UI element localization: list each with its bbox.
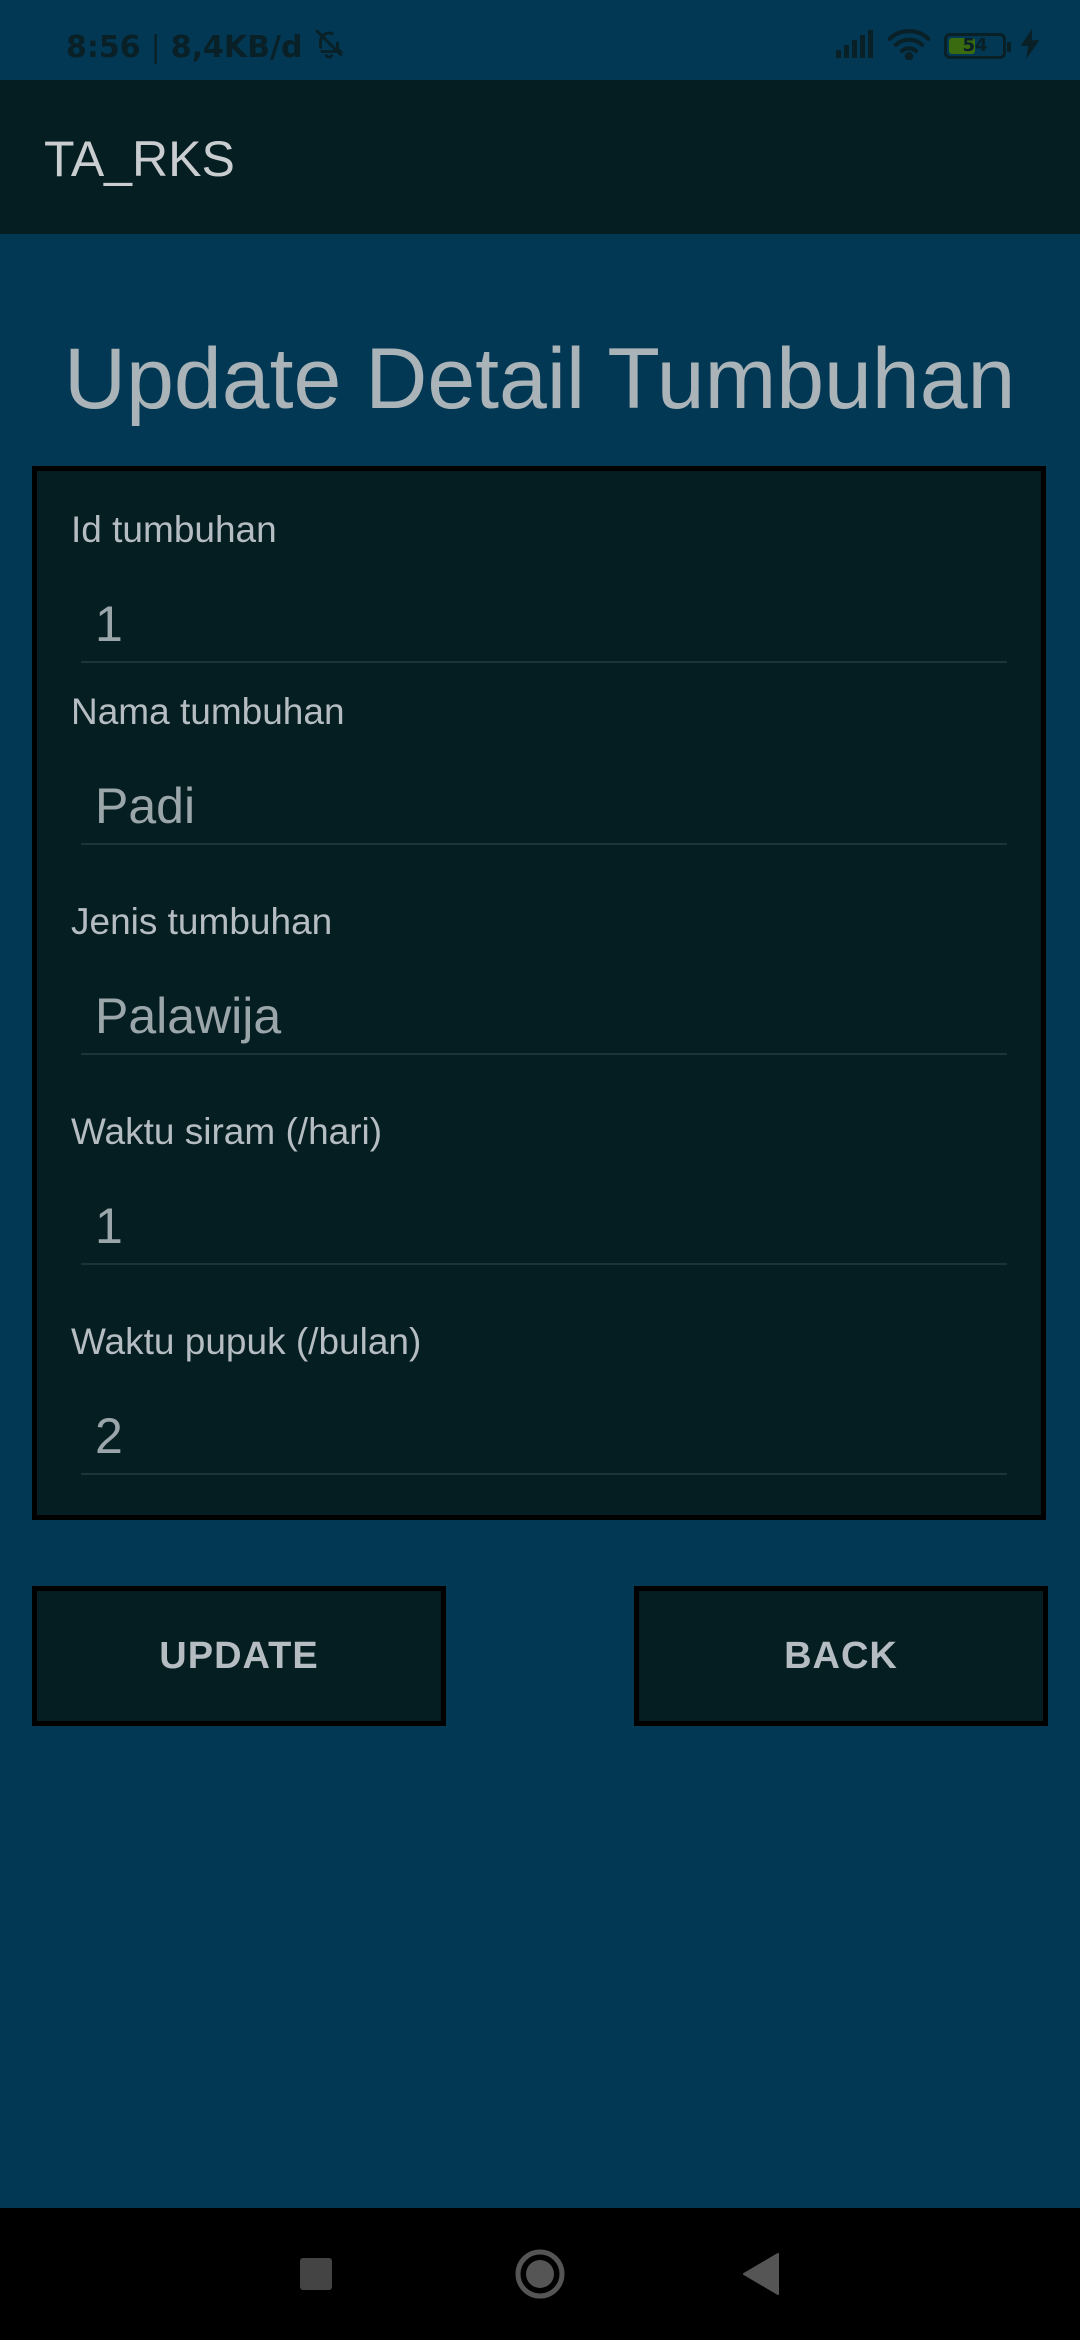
status-bar: 8:56 | 8,4KB/d 54: [0, 0, 1080, 80]
update-button[interactable]: UPDATE: [32, 1586, 446, 1726]
nama-tumbuhan-input[interactable]: [81, 769, 1007, 845]
square-icon[interactable]: [300, 2258, 332, 2290]
battery-icon: 54: [944, 33, 1011, 59]
status-right: 54: [834, 28, 1040, 64]
battery-tip: [1007, 42, 1011, 52]
status-time: 8:56: [66, 29, 141, 65]
waktu-siram-input[interactable]: [81, 1189, 1007, 1265]
status-data-rate: 8,4KB/d: [170, 29, 303, 65]
nama-tumbuhan-label: Nama tumbuhan: [71, 691, 345, 732]
lightning-icon: [1020, 29, 1040, 63]
waktu-pupuk-label: Waktu pupuk (/bulan): [71, 1321, 422, 1362]
battery-level: 54: [962, 35, 988, 56]
status-left: 8:56 | 8,4KB/d: [66, 26, 346, 68]
screen: 8:56 | 8,4KB/d 54 TA_RKS Update Detail T…: [0, 0, 1080, 2340]
bell-off-icon: [312, 26, 346, 68]
jenis-tumbuhan-input[interactable]: [81, 979, 1007, 1055]
waktu-siram-label: Waktu siram (/hari): [71, 1111, 383, 1152]
back-button[interactable]: BACK: [634, 1586, 1048, 1726]
id-tumbuhan-label: Id tumbuhan: [71, 509, 277, 550]
triangle-back-icon[interactable]: [742, 2252, 782, 2296]
app-bar: TA_RKS: [0, 80, 1080, 234]
waktu-pupuk-input[interactable]: [81, 1399, 1007, 1475]
status-separator: |: [150, 29, 161, 65]
wifi-icon: [887, 28, 931, 64]
circle-icon[interactable]: [514, 2248, 566, 2300]
navigation-bar: [0, 2208, 1080, 2340]
form-card: Id tumbuhan Nama tumbuhan Jenis tumbuhan…: [32, 466, 1046, 1520]
page-title: Update Detail Tumbuhan: [64, 331, 1016, 427]
jenis-tumbuhan-label: Jenis tumbuhan: [71, 901, 333, 942]
app-title: TA_RKS: [44, 131, 235, 187]
signal-icon: [834, 30, 874, 62]
id-tumbuhan-input[interactable]: [81, 587, 1007, 663]
